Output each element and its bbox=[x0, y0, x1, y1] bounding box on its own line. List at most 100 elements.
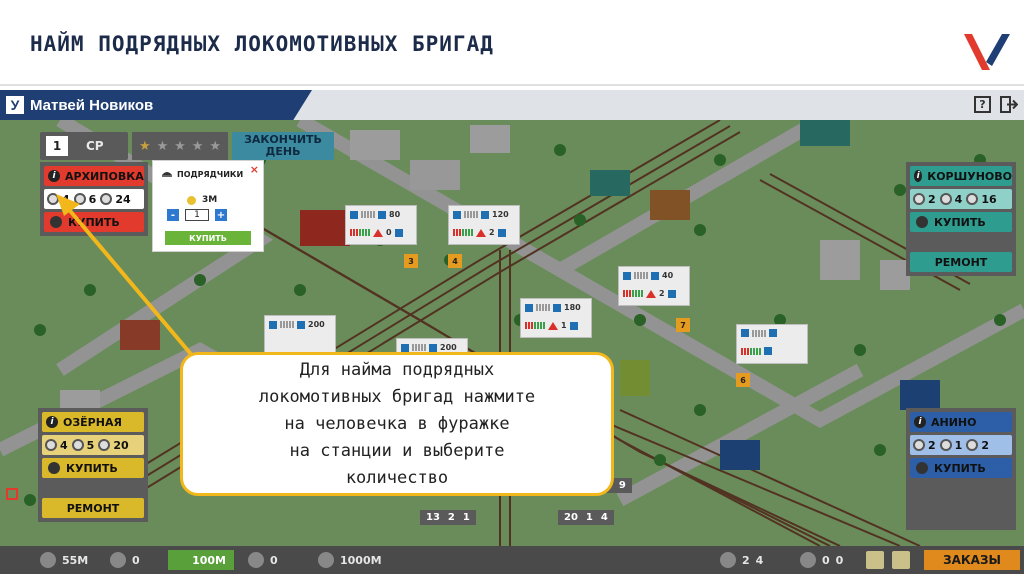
resource-counter: 0 bbox=[248, 552, 278, 568]
game-topbar: У Матвей Новиков ? bbox=[0, 90, 1024, 120]
plus-icon bbox=[569, 321, 578, 330]
condition-bar bbox=[350, 229, 370, 236]
capacity-icon bbox=[966, 193, 979, 205]
train-widget[interactable]: 40 2 bbox=[618, 266, 690, 306]
coin-icon bbox=[71, 439, 84, 451]
wagon-icon bbox=[429, 343, 437, 352]
conductor-cap-icon[interactable] bbox=[913, 439, 925, 451]
conductor-cap-icon[interactable] bbox=[45, 439, 57, 451]
conductor-cap-icon bbox=[720, 552, 736, 568]
train-widget[interactable] bbox=[736, 324, 808, 364]
buy-button[interactable]: КУПИТЬ bbox=[910, 458, 1012, 478]
conductor-cap-icon[interactable] bbox=[913, 193, 925, 205]
day-indicator: 1 СР bbox=[40, 132, 128, 160]
cars-bar bbox=[464, 211, 478, 218]
station-header[interactable]: i АРХИПОВКА bbox=[44, 166, 144, 186]
money-icon bbox=[40, 552, 56, 568]
train-widget[interactable]: 180 1 bbox=[520, 298, 592, 338]
contractors-popup: × ПОДРЯДЧИКИ 3М - 1 + КУПИТЬ bbox=[152, 160, 264, 252]
cars-bar bbox=[634, 272, 648, 279]
slide: НАЙМ ПОДРЯДНЫХ ЛОКОМОТИВНЫХ БРИГАД У Мат… bbox=[0, 0, 1024, 574]
star-icon: ★ bbox=[191, 138, 204, 154]
user-icon bbox=[916, 216, 928, 228]
repair-button[interactable]: РЕМОНТ bbox=[910, 252, 1012, 272]
end-day-button[interactable]: ЗАКОНЧИТЬ ДЕНЬ bbox=[232, 132, 334, 160]
train-widget[interactable]: 200 bbox=[264, 315, 336, 355]
cars-bar bbox=[536, 304, 550, 311]
wagon-icon bbox=[651, 271, 659, 280]
stats-icon[interactable] bbox=[866, 551, 884, 569]
depot-chip[interactable]: 13 2 1 bbox=[420, 510, 476, 525]
cars-bar bbox=[280, 321, 294, 328]
crew-stat[interactable]: 2 bbox=[913, 439, 936, 452]
wagon-icon bbox=[297, 320, 305, 329]
station-header[interactable]: i АНИНО bbox=[910, 412, 1012, 432]
cars-bar bbox=[361, 211, 375, 218]
station-stats: 2 4 16 bbox=[910, 189, 1012, 209]
buy-button[interactable]: КУПИТЬ bbox=[910, 212, 1012, 232]
train-number-tag: 7 bbox=[676, 318, 690, 332]
locomotive-icon bbox=[623, 271, 631, 280]
day-name: СР bbox=[86, 139, 104, 153]
info-icon[interactable]: i bbox=[46, 416, 58, 428]
coin-icon bbox=[187, 195, 196, 205]
user-icon bbox=[916, 462, 928, 474]
buy-button[interactable]: КУПИТЬ bbox=[42, 458, 144, 478]
plus-icon bbox=[764, 347, 772, 355]
condition-bar bbox=[525, 322, 545, 329]
orders-button[interactable]: ЗАКАЗЫ bbox=[924, 550, 1020, 570]
train-widget[interactable]: 120 2 bbox=[448, 205, 520, 245]
coins-stat: 5 bbox=[71, 439, 94, 452]
capacity-icon bbox=[966, 439, 979, 451]
plus-icon bbox=[497, 228, 506, 237]
header-divider bbox=[0, 84, 1024, 86]
player-panel: У Матвей Новиков bbox=[0, 90, 312, 120]
buy-button[interactable]: КУПИТЬ bbox=[44, 212, 144, 232]
exit-icon[interactable] bbox=[1000, 96, 1018, 113]
crew-counter: 24 bbox=[720, 552, 763, 568]
info-icon[interactable]: i bbox=[914, 416, 926, 428]
warning-icon bbox=[476, 228, 486, 237]
user-icon bbox=[48, 462, 60, 474]
info-icon[interactable]: i bbox=[914, 170, 923, 182]
notes-icon[interactable] bbox=[892, 551, 910, 569]
popup-price: 3М bbox=[187, 195, 217, 205]
station-header[interactable]: i КОРШУНОВО bbox=[910, 166, 1012, 186]
crew-stat[interactable]: 4 bbox=[47, 193, 70, 206]
info-icon[interactable]: i bbox=[48, 170, 60, 182]
help-icon[interactable]: ? bbox=[974, 96, 991, 113]
worker-icon bbox=[318, 552, 334, 568]
coin-icon bbox=[939, 439, 952, 451]
popup-buy-button[interactable]: КУПИТЬ bbox=[165, 231, 251, 245]
plus-button[interactable]: + bbox=[215, 209, 227, 221]
station-panel-arkhipovka: i АРХИПОВКА 4 6 24 КУПИТЬ bbox=[40, 162, 148, 236]
station-name: АРХИПОВКА bbox=[65, 169, 144, 183]
locomotive-icon bbox=[741, 329, 749, 337]
coins-stat: 4 bbox=[939, 193, 962, 206]
warning-icon bbox=[548, 321, 558, 330]
coins-stat: 1 bbox=[939, 439, 962, 452]
player-name: Матвей Новиков bbox=[30, 96, 154, 114]
train-widget[interactable]: 80 0 bbox=[345, 205, 417, 245]
station-stats: 4 6 24 bbox=[44, 189, 144, 209]
player-logo: У bbox=[6, 96, 24, 114]
warning-icon bbox=[646, 289, 656, 298]
depot-chip[interactable]: 20 1 4 bbox=[558, 510, 614, 525]
train-number-tag: 4 bbox=[448, 254, 462, 268]
train-number-tag: 6 bbox=[736, 373, 750, 387]
crew-stat[interactable]: 2 bbox=[913, 193, 936, 206]
repair-button[interactable]: РЕМОНТ bbox=[42, 498, 144, 518]
quantity-input[interactable]: 1 bbox=[185, 209, 209, 221]
wagon-icon bbox=[481, 210, 489, 219]
capacity-stat: 20 bbox=[98, 439, 129, 452]
train-counter: 00 bbox=[800, 552, 843, 568]
station-header[interactable]: i ОЗЁРНАЯ bbox=[42, 412, 144, 432]
locomotive-icon bbox=[525, 303, 533, 312]
station-stats: 2 1 2 bbox=[910, 435, 1012, 455]
conductor-cap-icon[interactable] bbox=[47, 193, 59, 205]
crew-stat[interactable]: 4 bbox=[45, 439, 68, 452]
close-icon[interactable]: × bbox=[250, 163, 259, 176]
day-number: 1 bbox=[46, 136, 68, 156]
capacity-stat: 16 bbox=[966, 193, 997, 206]
minus-button[interactable]: - bbox=[167, 209, 179, 221]
